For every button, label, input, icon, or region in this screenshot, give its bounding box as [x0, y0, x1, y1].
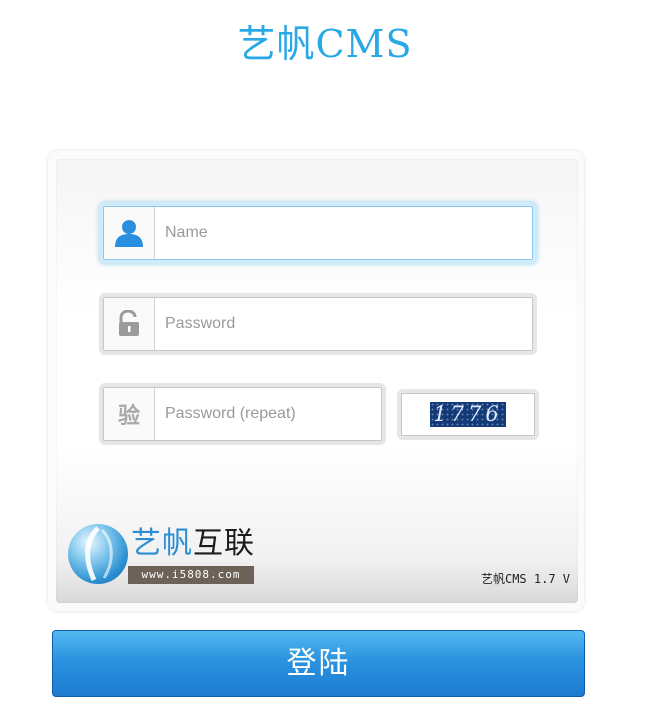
verify-code-field: 验: [103, 387, 382, 441]
password-input[interactable]: [155, 298, 532, 350]
password-field-wrapper: [99, 293, 537, 355]
verify-code-field-wrapper: 验: [99, 383, 386, 445]
password-field: [103, 297, 533, 351]
username-field: [103, 206, 533, 260]
logo-text: 艺帆互联: [131, 524, 255, 564]
captcha-wrapper: 1776: [397, 389, 539, 440]
verify-label-icon: 验: [104, 388, 155, 440]
page-title: 艺帆CMS: [237, 22, 413, 66]
company-logo: 艺帆互联 www.i5808.com: [68, 522, 258, 586]
verify-icon-text: 验: [117, 404, 140, 429]
logo-globe-icon: [68, 524, 128, 584]
lock-open-icon: [104, 298, 155, 350]
username-input[interactable]: [155, 207, 532, 259]
version-label: 艺帆CMS 1.7 V: [480, 572, 570, 586]
verify-code-input[interactable]: [155, 388, 381, 440]
user-icon: [104, 207, 155, 259]
logo-text-accent: 艺帆: [131, 526, 193, 561]
captcha-box[interactable]: 1776: [401, 393, 535, 436]
logo-url: www.i5808.com: [128, 566, 254, 584]
logo-text-rest: 互联: [193, 526, 255, 561]
login-button[interactable]: 登陆: [52, 630, 585, 697]
username-field-wrapper: [99, 202, 537, 264]
captcha-image[interactable]: 1776: [430, 402, 506, 427]
